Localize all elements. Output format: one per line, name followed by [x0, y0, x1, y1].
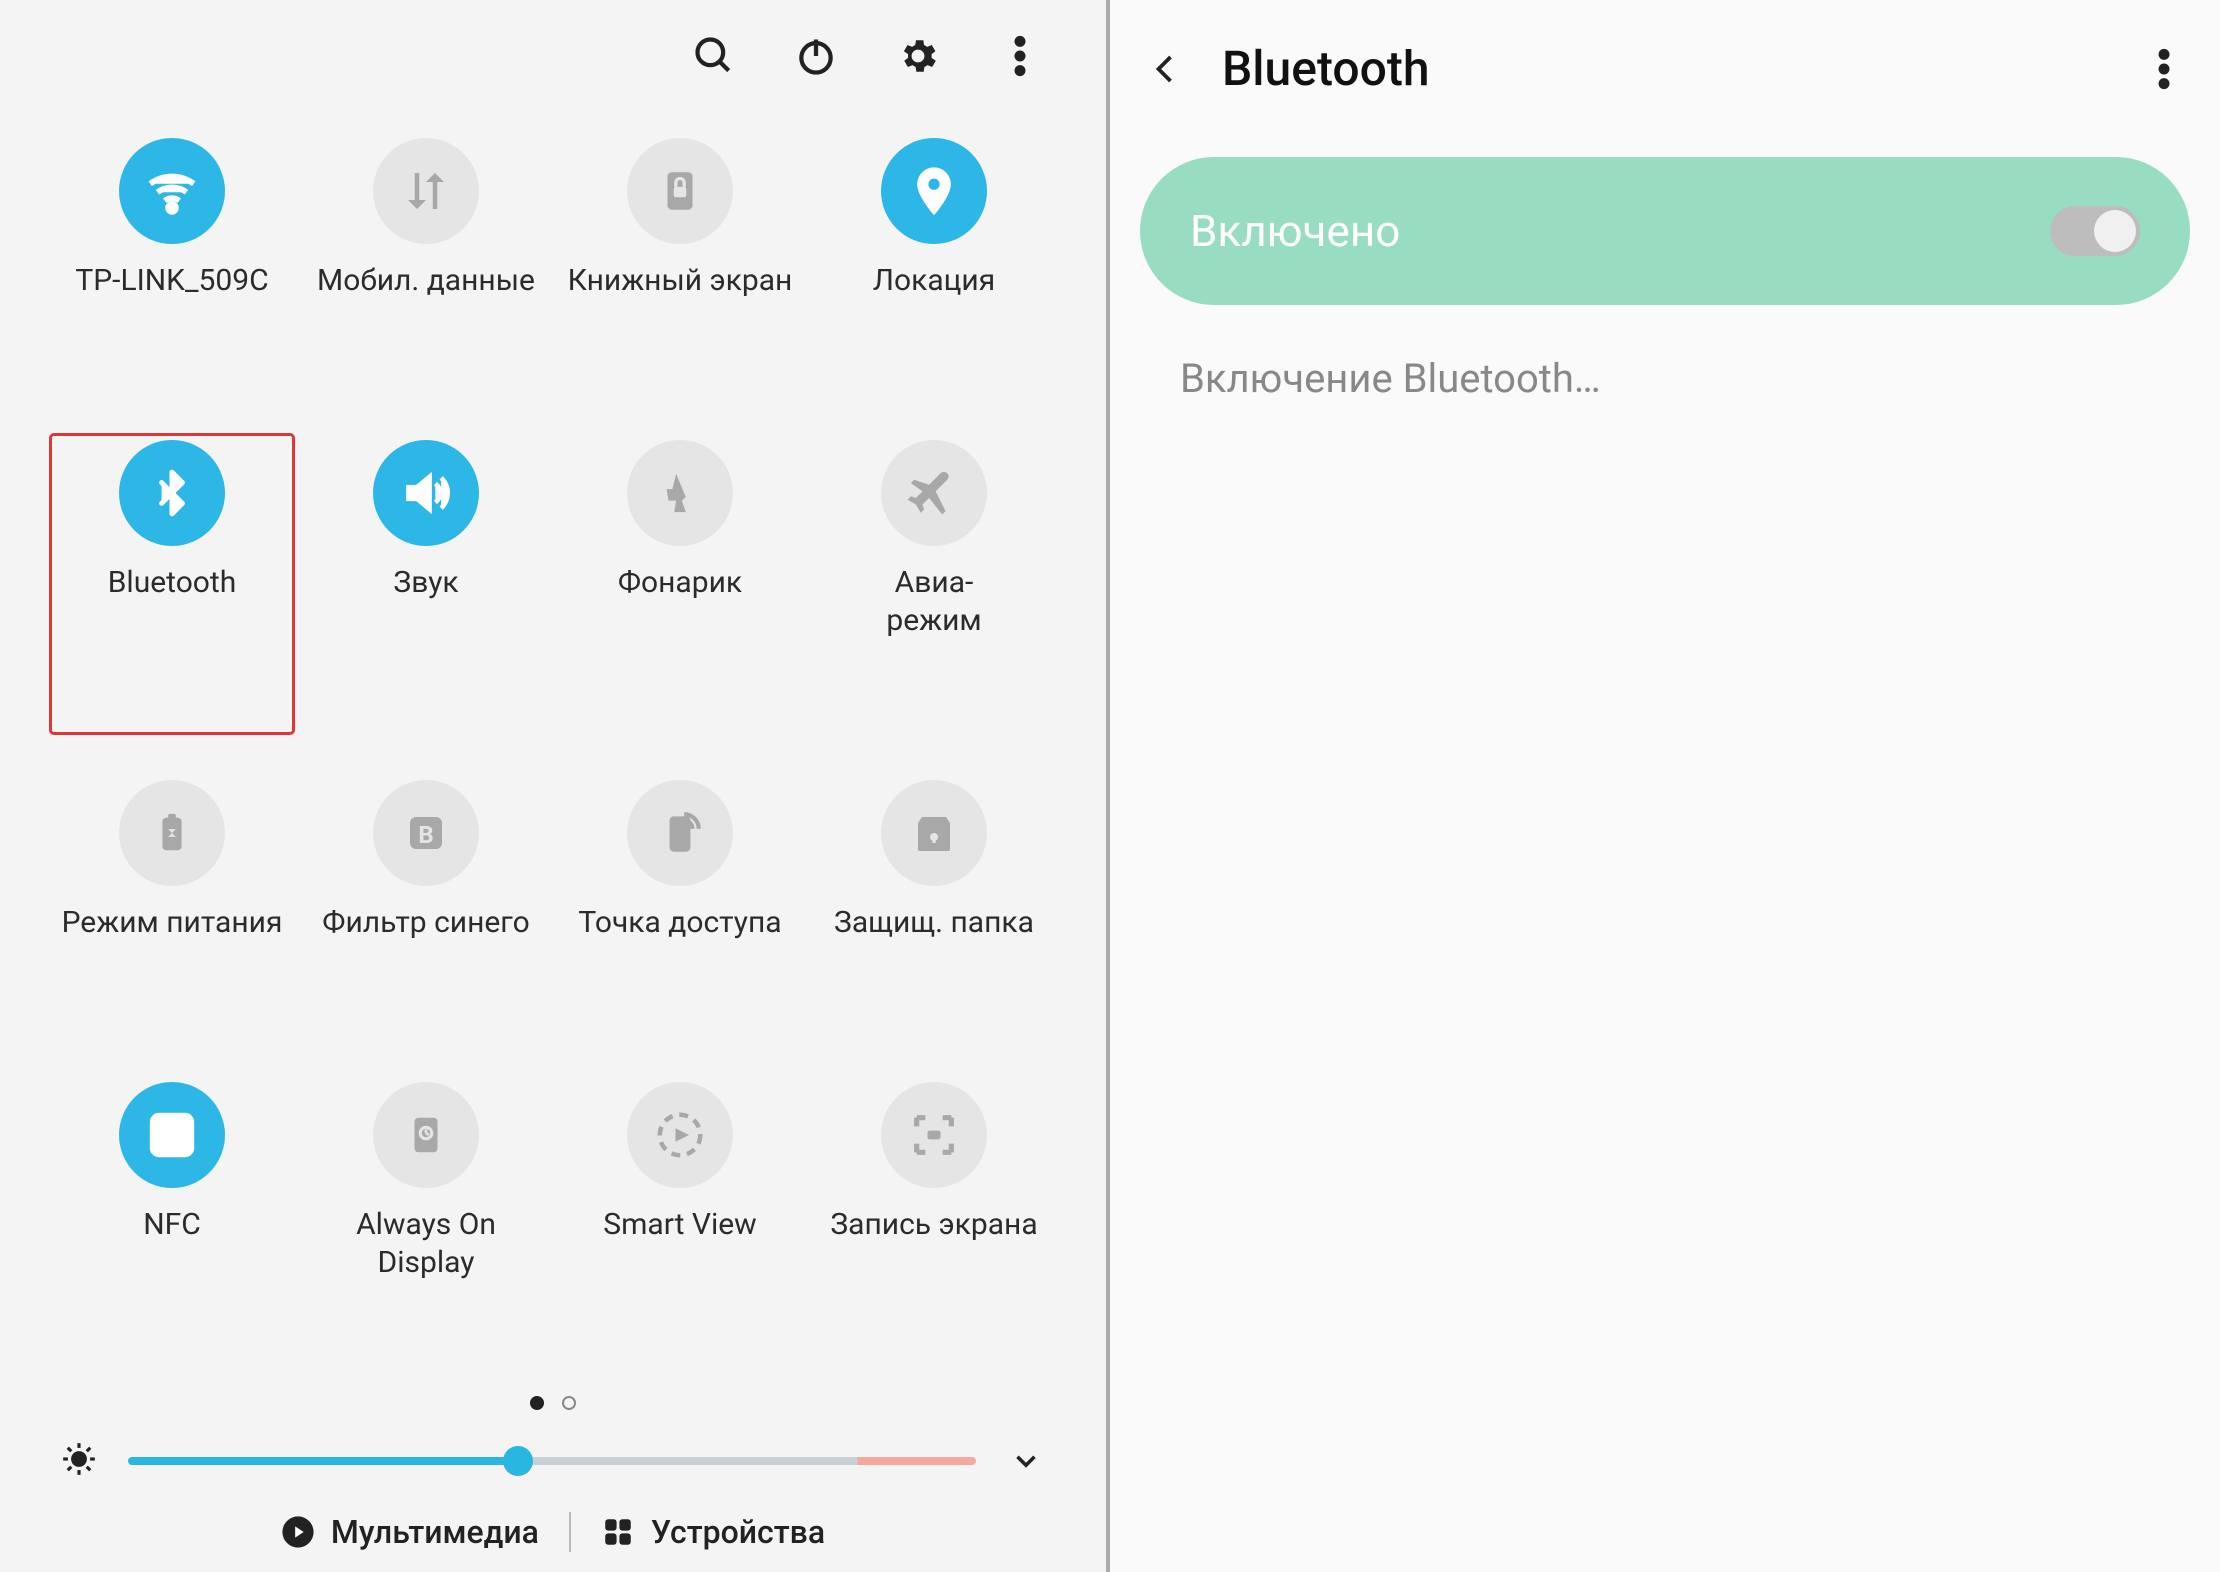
tile-label: Точка доступа: [578, 904, 781, 942]
quick-settings-panel: TP-LINK_509C Мобил. данные Книжный экран Ло…: [0, 0, 1110, 1572]
tile-wifi[interactable]: TP-LINK_509C: [50, 132, 294, 394]
page-title: Bluetooth: [1222, 40, 2108, 97]
bluetooth-status-label: Включено: [1190, 205, 1400, 257]
bluetooth-substatus: Включение Bluetooth…: [1140, 355, 2190, 402]
tile-bluetooth[interactable]: Bluetooth: [50, 434, 294, 734]
tile-label: Режим питания: [62, 904, 283, 942]
tile-label: Защищ. папка: [834, 904, 1034, 942]
tile-label: Bluetooth: [108, 564, 237, 602]
bluetooth-status-card[interactable]: Включено: [1140, 157, 2190, 305]
more-icon[interactable]: [2138, 43, 2190, 95]
tile-label: Запись экрана: [830, 1206, 1037, 1244]
more-icon[interactable]: [994, 30, 1046, 82]
smartview-icon[interactable]: [627, 1082, 733, 1188]
tile-label: TP-LINK_509C: [75, 262, 268, 300]
svg-text:B: B: [418, 821, 433, 849]
bluetooth-icon[interactable]: [119, 440, 225, 546]
brightness-icon: [60, 1440, 98, 1482]
chevron-down-icon[interactable]: [1006, 1441, 1046, 1481]
airplane-icon[interactable]: [881, 440, 987, 546]
tile-label: Фонарик: [618, 564, 742, 602]
tile-smartview[interactable]: Smart View: [558, 1076, 802, 1376]
page-dot-inactive: [562, 1396, 576, 1410]
bluetooth-toggle[interactable]: [2050, 206, 2140, 256]
record-icon[interactable]: [881, 1082, 987, 1188]
flash-icon[interactable]: [627, 440, 733, 546]
tile-mobiledata[interactable]: Мобил. данные: [304, 132, 548, 394]
tile-aod[interactable]: Always On Display: [304, 1076, 548, 1376]
tile-hotspot[interactable]: Точка доступа: [558, 774, 802, 1036]
page-indicator: [30, 1396, 1076, 1410]
bluetooth-settings-panel: Bluetooth Включено Включение Bluetooth…: [1110, 0, 2220, 1572]
nfc-icon[interactable]: [119, 1082, 225, 1188]
brightness-slider-row: [30, 1440, 1076, 1482]
tile-battery[interactable]: Режим питания: [50, 774, 294, 1036]
tile-airplane[interactable]: Авиа- режим: [812, 434, 1056, 734]
brightness-thumb[interactable]: [503, 1446, 533, 1476]
location-icon[interactable]: [881, 138, 987, 244]
aod-icon[interactable]: [373, 1082, 479, 1188]
secure-icon[interactable]: [881, 780, 987, 886]
search-icon[interactable]: [688, 30, 740, 82]
toggle-knob: [2094, 210, 2136, 252]
battery-icon[interactable]: [119, 780, 225, 886]
tile-label: Локация: [873, 262, 995, 300]
tile-location[interactable]: Локация: [812, 132, 1056, 394]
tile-label: Авиа- режим: [886, 564, 981, 639]
bluetooth-header: Bluetooth: [1140, 40, 2190, 97]
wifi-icon[interactable]: [119, 138, 225, 244]
tile-flashlight[interactable]: Фонарик: [558, 434, 802, 734]
tile-label: Smart View: [603, 1206, 756, 1244]
lock-book-icon[interactable]: [627, 138, 733, 244]
media-button[interactable]: Мультимедиа: [281, 1513, 539, 1551]
tile-sound[interactable]: Звук: [304, 434, 548, 734]
tile-label: Always On Display: [311, 1206, 541, 1281]
media-label: Мультимедиа: [331, 1513, 539, 1551]
bottom-bar: Мультимедиа Устройства: [30, 1512, 1076, 1552]
tile-label: NFC: [143, 1206, 201, 1244]
sound-icon[interactable]: [373, 440, 479, 546]
hotspot-icon[interactable]: [627, 780, 733, 886]
tile-nfc[interactable]: NFC: [50, 1076, 294, 1376]
devices-button[interactable]: Устройства: [601, 1513, 825, 1551]
quick-settings-grid: TP-LINK_509C Мобил. данные Книжный экран Ло…: [30, 132, 1076, 1376]
back-icon[interactable]: [1140, 43, 1192, 95]
page-dot-active: [530, 1396, 544, 1410]
quick-settings-header: [30, 30, 1076, 82]
data-icon[interactable]: [373, 138, 479, 244]
tile-label: Мобил. данные: [317, 262, 535, 300]
tile-label: Звук: [393, 564, 458, 602]
tile-label: Книжный экран: [568, 262, 793, 300]
gear-icon[interactable]: [892, 30, 944, 82]
tile-bluefilter[interactable]: B Фильтр синего: [304, 774, 548, 1036]
bluelight-icon[interactable]: B: [373, 780, 479, 886]
tile-label: Фильтр синего: [322, 904, 529, 942]
power-icon[interactable]: [790, 30, 842, 82]
tile-booklike[interactable]: Книжный экран: [558, 132, 802, 394]
separator: [569, 1512, 571, 1552]
tile-secure[interactable]: Защищ. папка: [812, 774, 1056, 1036]
devices-label: Устройства: [651, 1513, 825, 1551]
tile-screenrec[interactable]: Запись экрана: [812, 1076, 1056, 1376]
brightness-slider[interactable]: [128, 1457, 976, 1465]
